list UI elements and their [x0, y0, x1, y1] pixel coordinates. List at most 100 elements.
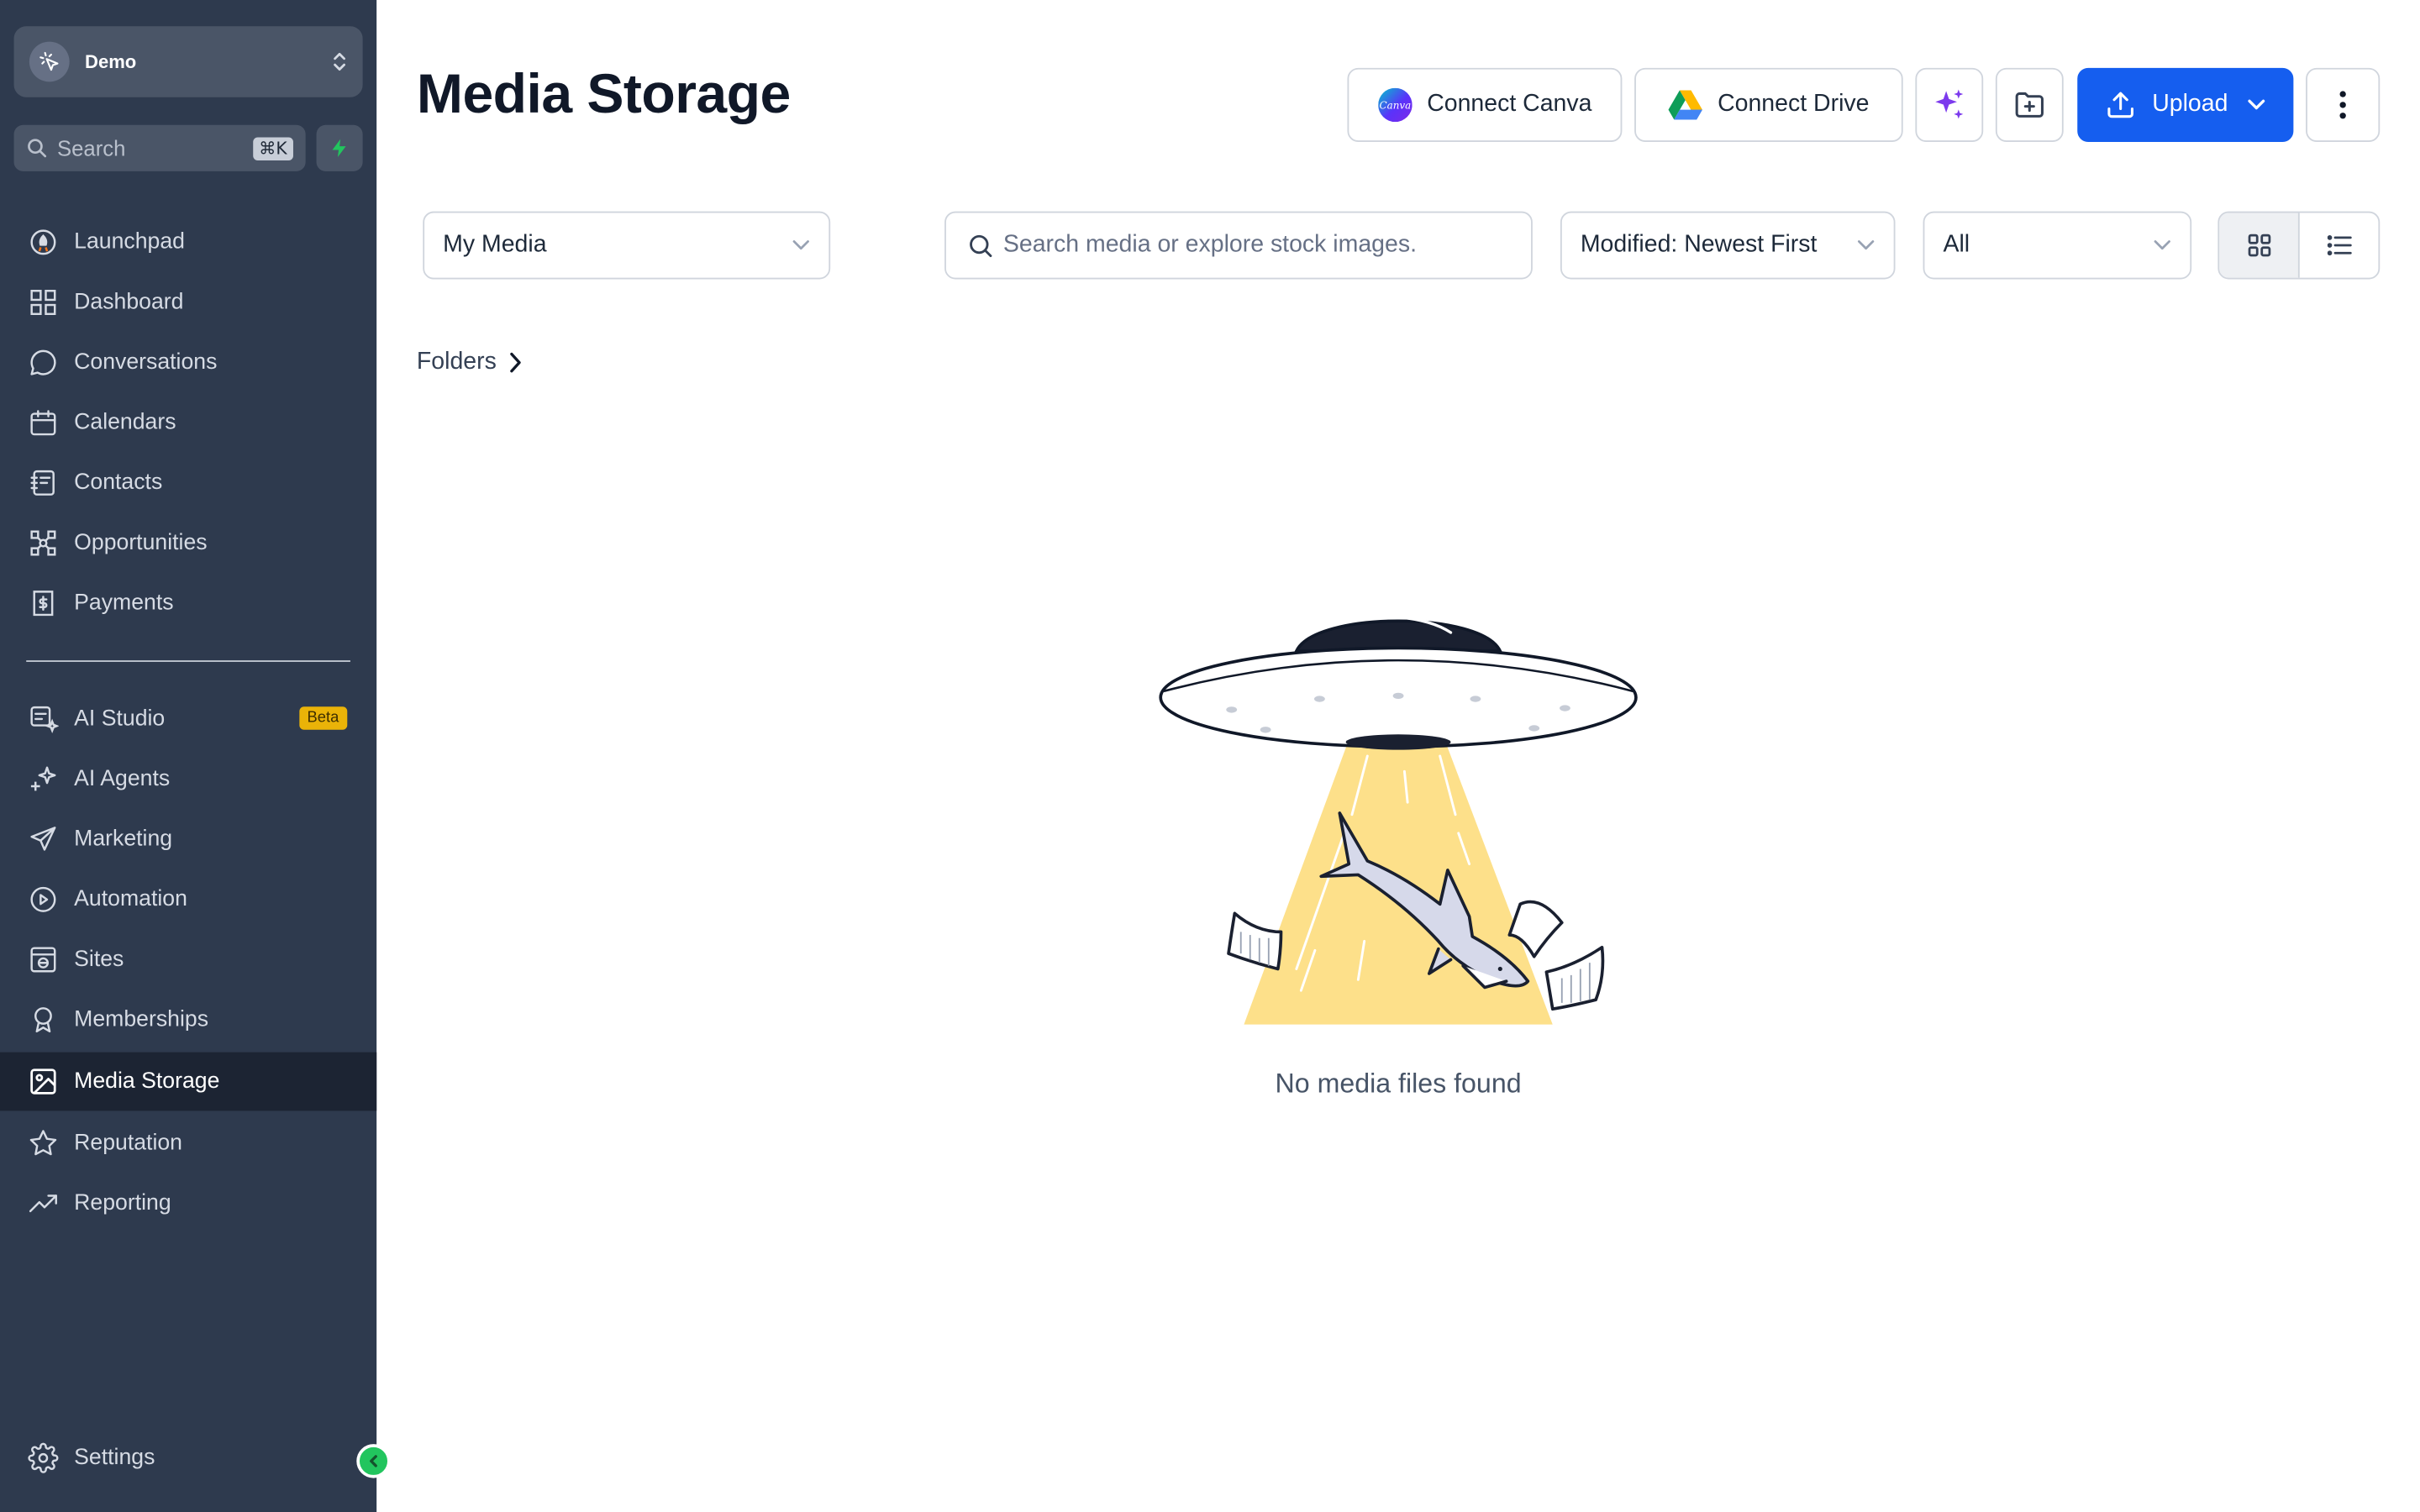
empty-state-message: No media files found	[1275, 1068, 1522, 1099]
page-title: Media Storage	[416, 61, 791, 125]
canva-logo-icon: Canva	[1377, 87, 1412, 123]
sidebar-item-dashboard[interactable]: Dashboard	[0, 273, 376, 332]
chevron-down-icon	[1857, 240, 1875, 250]
trend-up-icon	[28, 1188, 59, 1219]
sidebar-item-reputation[interactable]: Reputation	[0, 1114, 376, 1173]
google-drive-icon	[1668, 90, 1702, 121]
sidebar-item-conversations[interactable]: Conversations	[0, 333, 376, 392]
sidebar-item-memberships[interactable]: Memberships	[0, 990, 376, 1049]
connect-canva-button[interactable]: Canva Connect Canva	[1347, 67, 1623, 142]
sidebar-item-media-storage[interactable]: Media Storage	[0, 1052, 377, 1111]
sidebar-item-ai-agents[interactable]: AI Agents	[0, 750, 376, 809]
sidebar-item-reporting[interactable]: Reporting	[0, 1174, 376, 1233]
image-icon	[28, 1066, 59, 1097]
gear-icon	[28, 1442, 59, 1473]
sidebar-item-label: Sites	[74, 947, 124, 973]
chat-bubble-icon	[28, 347, 59, 378]
sidebar-search-placeholder: Search	[56, 135, 126, 161]
sidebar-item-settings[interactable]: Settings	[0, 1429, 376, 1488]
beta-badge: Beta	[299, 706, 347, 730]
grid-icon	[2247, 234, 2270, 257]
more-options-button[interactable]	[2306, 67, 2381, 142]
award-icon	[28, 1005, 59, 1036]
sidebar-item-label: Memberships	[74, 1007, 209, 1032]
globe-window-icon	[28, 944, 59, 975]
launchpad-icon	[28, 227, 59, 258]
more-vertical-icon	[2339, 91, 2346, 119]
chevron-down-icon	[2154, 240, 2170, 250]
ufo-empty-state-illustration	[1159, 616, 1638, 1025]
search-icon	[28, 139, 47, 158]
sidebar-collapse-button[interactable]	[356, 1444, 391, 1478]
lightning-bolt-icon	[332, 139, 346, 158]
ai-generate-button[interactable]	[1915, 67, 1984, 142]
connect-drive-button[interactable]: Connect Drive	[1634, 67, 1903, 142]
media-search-input[interactable]: Search media or explore stock images.	[944, 211, 1533, 280]
sidebar-item-label: Payments	[74, 591, 174, 616]
sparkles-icon	[28, 764, 59, 795]
connect-canva-label: Connect Canva	[1427, 91, 1592, 118]
app-root: Demo Search ⌘K Launchpad Dashboard Conve…	[0, 0, 2420, 1512]
grid-view-button[interactable]	[2219, 213, 2300, 278]
connect-drive-label: Connect Drive	[1718, 91, 1870, 118]
chevron-right-icon	[509, 352, 521, 373]
sort-select-value: Modified: Newest First	[1580, 231, 1818, 258]
contacts-book-icon	[28, 468, 59, 499]
account-name: Demo	[85, 50, 137, 73]
library-select-value: My Media	[443, 231, 547, 258]
sidebar-item-marketing[interactable]: Marketing	[0, 810, 376, 869]
sidebar-item-label: Contacts	[74, 470, 163, 496]
list-view-button[interactable]	[2300, 213, 2379, 277]
sidebar-item-contacts[interactable]: Contacts	[0, 454, 376, 512]
sidebar-divider	[26, 660, 350, 662]
sidebar-item-label: Settings	[74, 1446, 155, 1471]
folder-plus-icon	[2015, 92, 2044, 118]
calendar-icon	[28, 407, 59, 438]
type-filter-select[interactable]: All	[1923, 211, 2192, 280]
sidebar-item-label: Reporting	[74, 1190, 171, 1216]
sidebar-item-label: Automation	[74, 887, 187, 912]
automation-icon	[28, 884, 59, 915]
dashboard-icon	[28, 287, 59, 318]
sort-select[interactable]: Modified: Newest First	[1560, 211, 1896, 280]
sidebar-item-calendars[interactable]: Calendars	[0, 393, 376, 452]
sidebar-item-label: AI Agents	[74, 766, 171, 792]
sidebar-item-label: Opportunities	[74, 530, 208, 556]
sidebar-item-label: Calendars	[74, 410, 176, 435]
folders-toggle[interactable]: Folders	[417, 349, 521, 376]
type-filter-value: All	[1943, 231, 1970, 258]
send-icon	[28, 824, 59, 855]
quick-actions-button[interactable]	[316, 124, 363, 171]
canva-logo-text: Canva	[1379, 99, 1411, 111]
new-folder-button[interactable]	[1995, 67, 2064, 142]
sidebar-item-launchpad[interactable]: Launchpad	[0, 213, 376, 271]
sidebar-item-label: Reputation	[74, 1131, 182, 1156]
sidebar-item-label: Marketing	[74, 827, 173, 852]
ai-studio-icon	[28, 704, 59, 735]
media-search-placeholder: Search media or explore stock images.	[1002, 231, 1418, 258]
search-icon	[970, 234, 992, 257]
sidebar-item-label: Dashboard	[74, 290, 184, 315]
sidebar: Demo Search ⌘K Launchpad Dashboard Conve…	[0, 0, 377, 1512]
sidebar-item-label: AI Studio	[74, 706, 166, 732]
sidebar-item-ai-studio[interactable]: AI Studio Beta	[0, 690, 376, 748]
sidebar-item-automation[interactable]: Automation	[0, 870, 376, 929]
opportunities-icon	[28, 528, 59, 559]
account-avatar	[29, 41, 70, 82]
list-icon	[2326, 235, 2351, 256]
upload-button[interactable]: Upload	[2077, 67, 2294, 142]
library-select[interactable]: My Media	[423, 211, 831, 280]
chevron-up-down-icon	[332, 50, 347, 74]
sidebar-item-payments[interactable]: Payments	[0, 574, 376, 633]
sidebar-item-sites[interactable]: Sites	[0, 931, 376, 990]
account-switcher[interactable]: Demo	[13, 26, 363, 97]
chevron-left-icon	[370, 1455, 377, 1467]
upload-icon	[2106, 90, 2137, 121]
chevron-down-icon	[792, 240, 809, 250]
receipt-icon	[28, 588, 59, 619]
ai-sparkles-icon	[1935, 89, 1964, 119]
star-icon	[28, 1128, 59, 1159]
chevron-down-icon	[2246, 99, 2265, 112]
sidebar-item-opportunities[interactable]: Opportunities	[0, 514, 376, 573]
sidebar-search[interactable]: Search ⌘K	[13, 124, 306, 171]
